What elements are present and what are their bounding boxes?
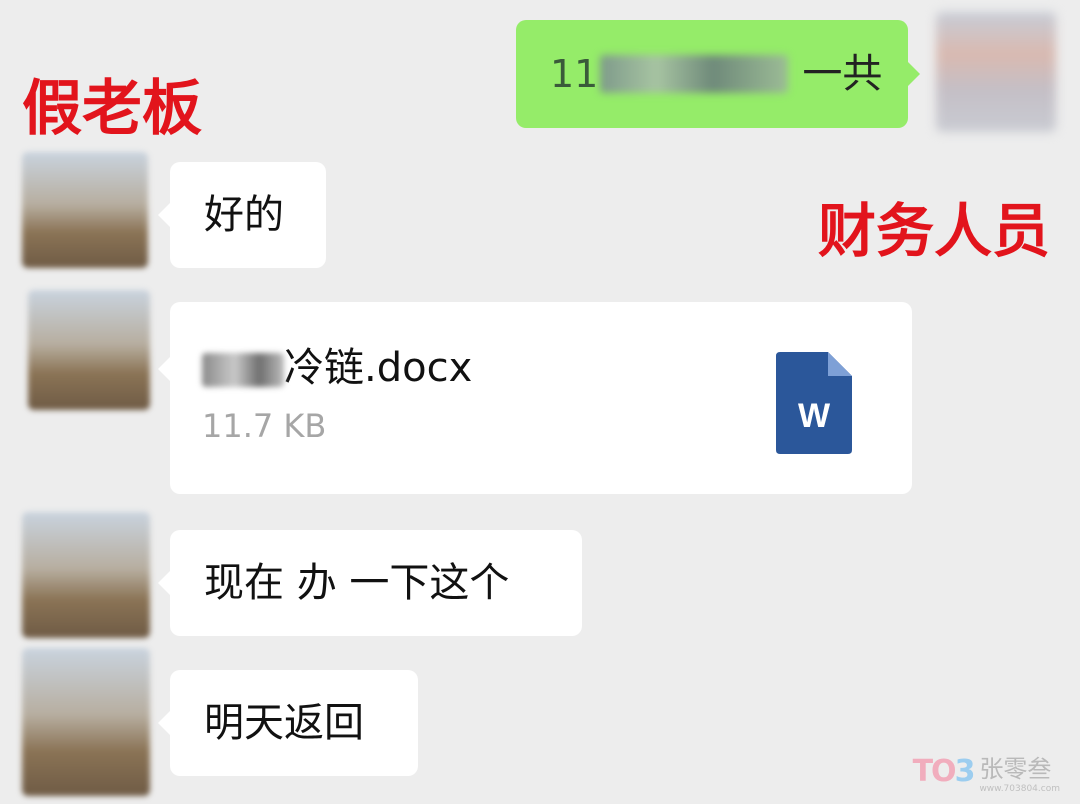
redacted-file-prefix [202, 353, 284, 387]
contact-avatar[interactable] [22, 648, 150, 796]
message-text-prefix: 11 [550, 52, 599, 96]
watermark: TO3 张零叁 www.703804.com [913, 749, 1060, 794]
message-bubble[interactable]: 现在 办 一下这个 [158, 530, 582, 636]
word-icon-letter: W [798, 397, 831, 435]
finance-staff-label: 财务人员 [818, 197, 1051, 265]
watermark-text: 张零叁 www.703804.com [979, 749, 1060, 794]
message-text-suffix: 一共 [802, 51, 883, 97]
contact-avatar[interactable] [22, 152, 148, 268]
watermark-logo-b: 3 [954, 754, 976, 789]
watermark-name: 张零叁 [979, 755, 1052, 783]
file-name-row: 冷链.docx [202, 348, 472, 388]
file-size: 11.7 KB [202, 407, 327, 445]
message-bubble-self[interactable]: 11 一共 [516, 20, 920, 128]
self-avatar[interactable] [936, 12, 1056, 132]
message-bubble[interactable]: 好的 [158, 162, 326, 268]
redacted-number [600, 55, 789, 93]
file-name: 冷链.docx [284, 345, 473, 391]
message-text: 明天返回 [204, 700, 364, 746]
message-bubble[interactable]: 明天返回 [158, 670, 418, 776]
watermark-logo: TO3 [912, 754, 976, 789]
message-text: 现在 办 一下这个 [204, 560, 510, 606]
contact-avatar[interactable] [28, 290, 150, 410]
watermark-url: www.703804.com [979, 784, 1060, 794]
contact-avatar[interactable] [22, 512, 150, 638]
message-text: 好的 [204, 192, 284, 238]
watermark-logo-a: TO [912, 754, 957, 789]
file-message-card[interactable]: 冷链.docx 11.7 KB W [158, 302, 912, 494]
word-document-icon: W [776, 352, 852, 454]
fake-boss-label: 假老板 [22, 74, 202, 144]
